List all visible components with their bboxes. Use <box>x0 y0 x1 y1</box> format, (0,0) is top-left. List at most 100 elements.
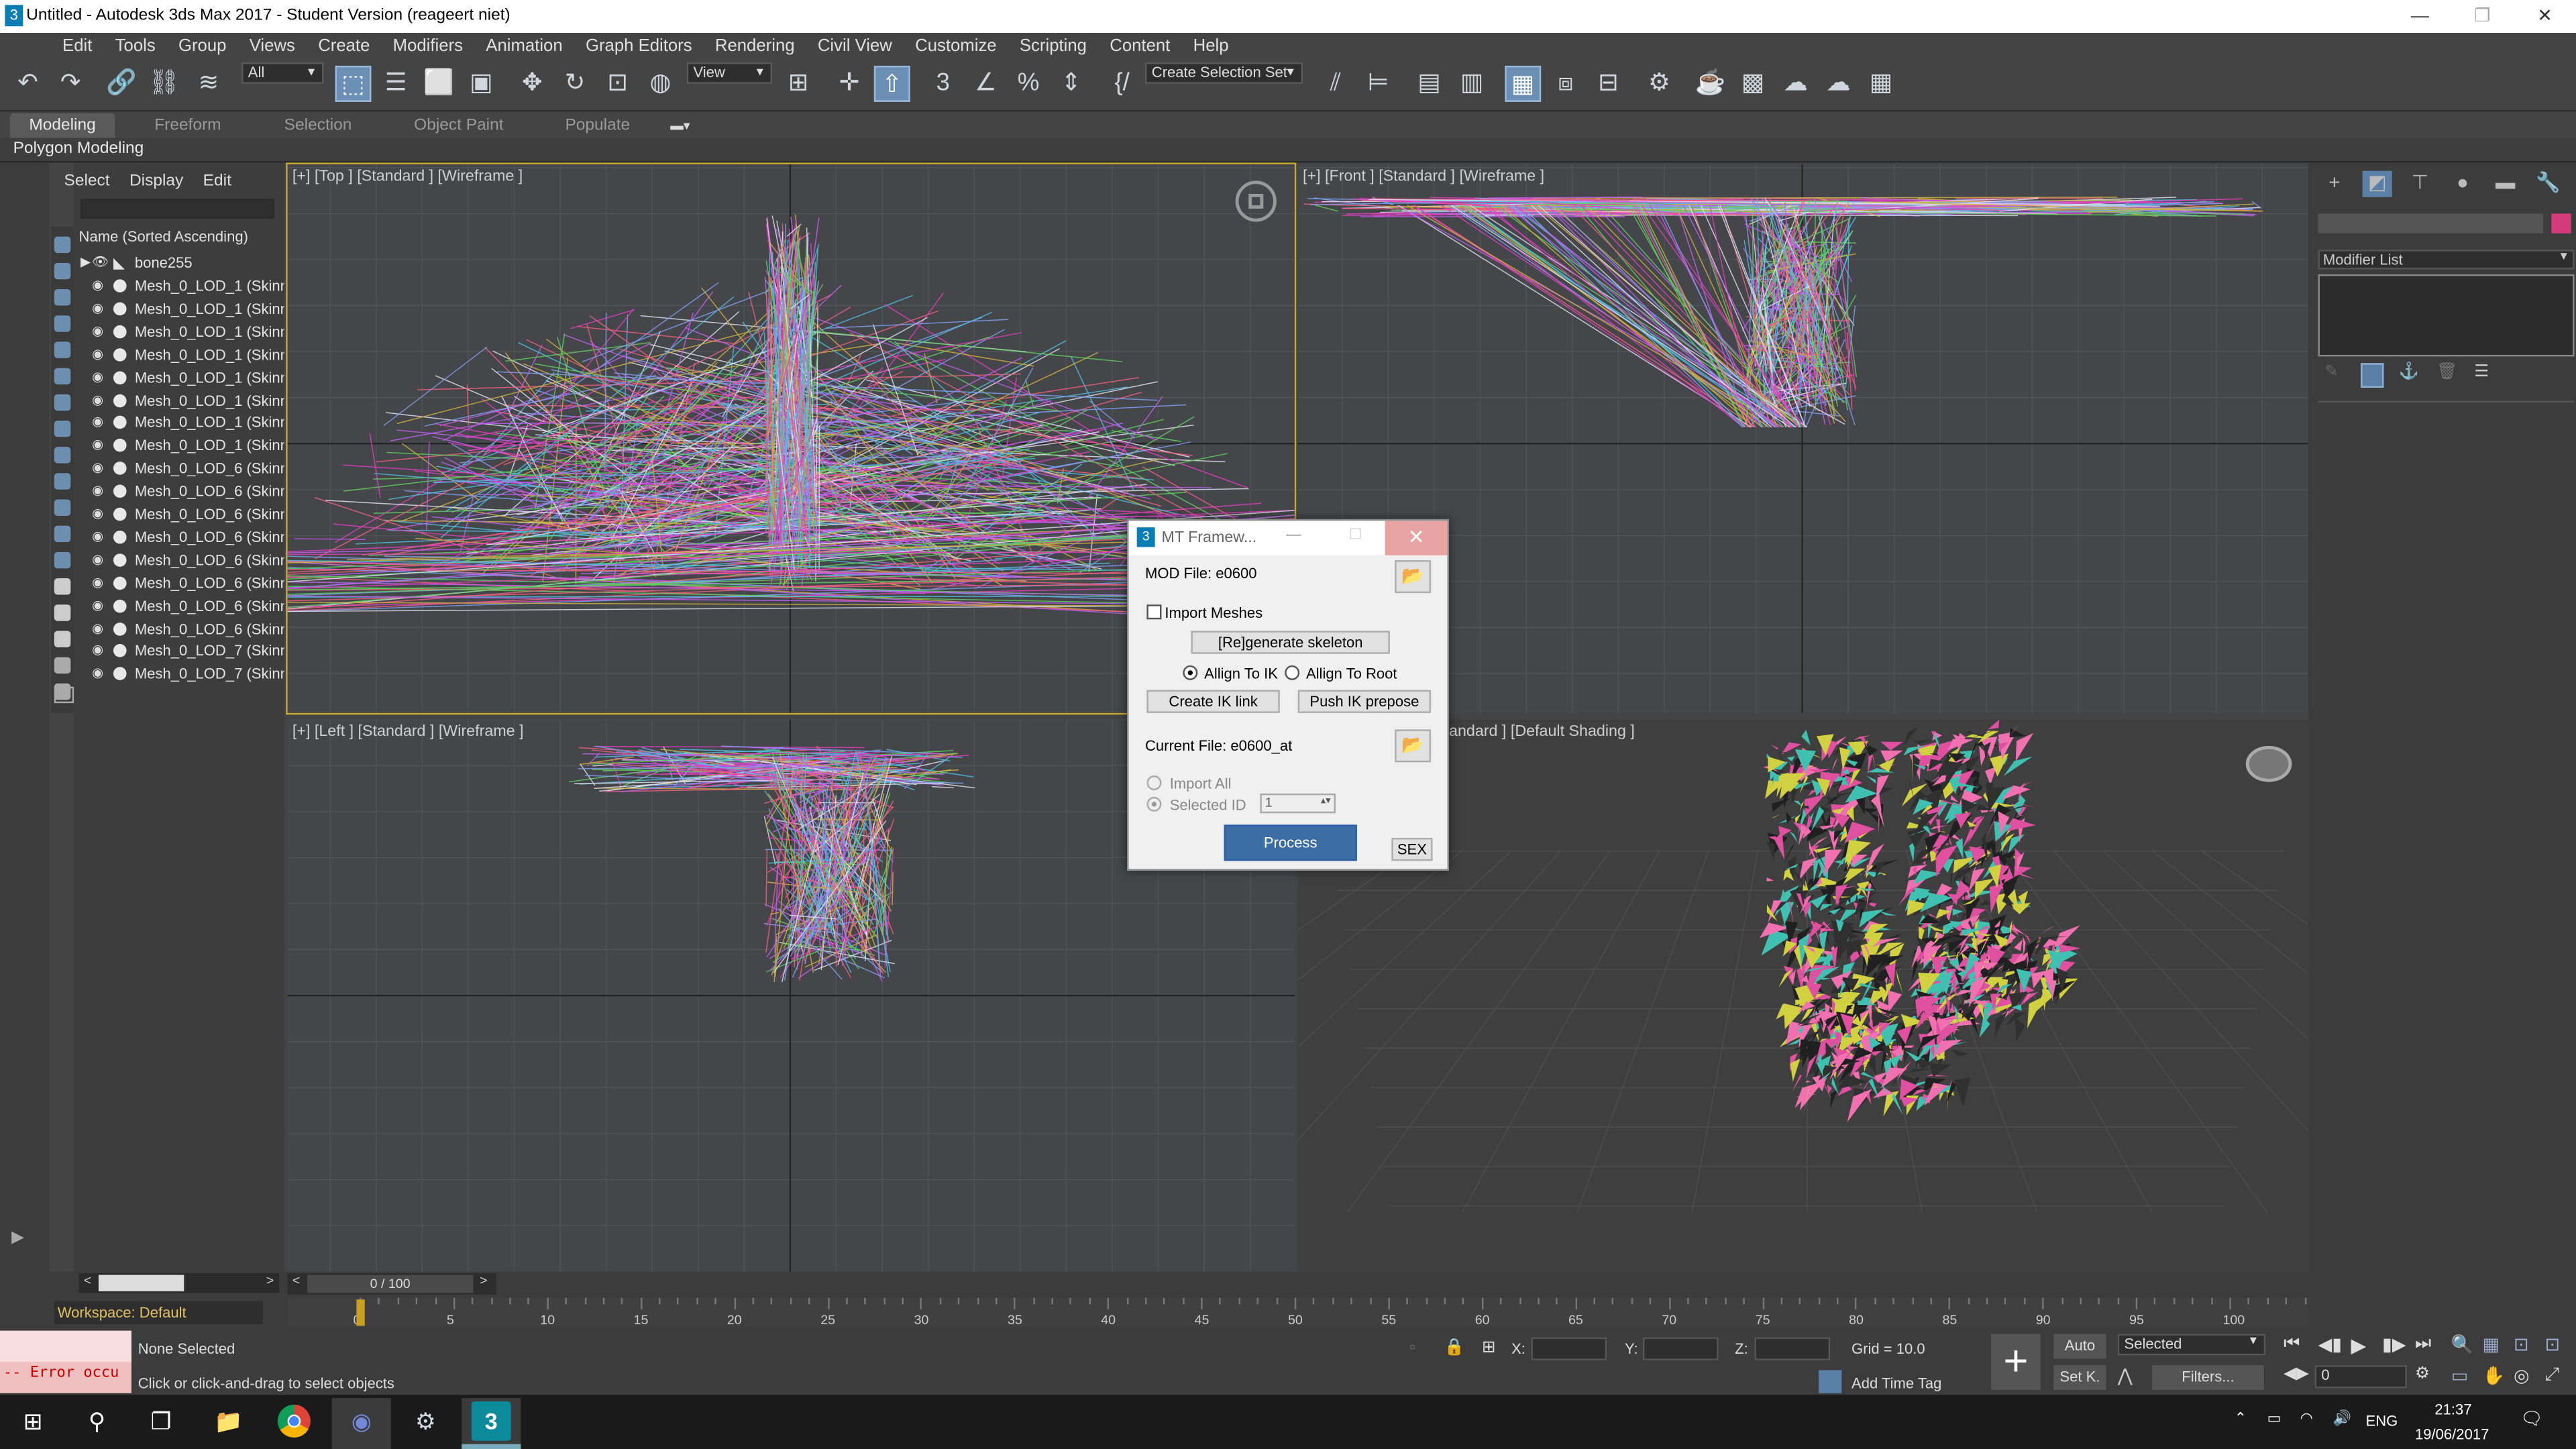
display-xrefs-icon[interactable] <box>54 447 71 464</box>
eye-icon[interactable]: ◉ <box>92 530 108 544</box>
explorer-mesh-item[interactable]: ◉ Mesh_0_LOD_1 (Skinne <box>74 411 284 434</box>
render-production-icon[interactable]: ▩ <box>1735 66 1771 102</box>
keyboard-shortcut-override-icon[interactable]: ⇧ <box>873 65 910 102</box>
show-end-result-icon[interactable] <box>2361 363 2384 388</box>
pin-stack-icon[interactable]: ✎ <box>2324 363 2347 386</box>
viewport-left-label[interactable]: [+] [Left ] [Standard ] [Wireframe ] <box>292 723 524 741</box>
viewcube-icon[interactable] <box>1235 180 1277 222</box>
viewport-perspective-label[interactable]: andard ] [Default Shading ] <box>1449 723 1635 741</box>
absolute-mode-icon[interactable]: ⊞ <box>1482 1339 1501 1358</box>
tab-selection[interactable]: Selection <box>268 113 368 138</box>
key-filter-dropdown[interactable]: Selected ▼ <box>2117 1334 2266 1356</box>
render-in-cloud-icon[interactable]: ☁ <box>1820 66 1856 102</box>
menu-graph-editors[interactable]: Graph Editors <box>574 33 704 59</box>
viewport-front-label[interactable]: [+] [Front ] [Standard ] [Wireframe ] <box>1303 168 1544 186</box>
go-to-end-icon[interactable]: ⏭ <box>2415 1334 2438 1357</box>
chrome-icon[interactable] <box>274 1401 314 1441</box>
workspace-selector[interactable]: Workspace: Default <box>54 1301 263 1324</box>
zoom-all-icon[interactable]: ▦ <box>2482 1334 2505 1357</box>
rectangular-selection-icon[interactable]: ⬜ <box>421 66 457 102</box>
eye-icon[interactable]: ◉ <box>92 507 108 521</box>
explorer-mesh-item[interactable]: ◉ Mesh_0_LOD_1 (Skinne <box>74 343 284 366</box>
zoom-icon[interactable]: 🔍 <box>2451 1334 2474 1357</box>
viewport-perspective[interactable]: andard ] [Default Shading ] <box>1297 719 2308 1272</box>
explorer-mesh-item[interactable]: ◉ Mesh_0_LOD_6 (Skinne <box>74 571 284 594</box>
named-selection-set-dropdown[interactable]: Create Selection Set ▼ <box>1144 62 1303 84</box>
battery-icon[interactable]: ▭ <box>2267 1409 2287 1429</box>
snaps-toggle-icon[interactable]: 3 <box>925 66 961 102</box>
import-meshes-checkbox[interactable] <box>1146 604 1162 620</box>
explorer-mesh-item[interactable]: ◉ Mesh_0_LOD_1 (Skinne <box>74 388 284 411</box>
wifi-icon[interactable]: ◠ <box>2300 1409 2320 1429</box>
modifier-list-dropdown[interactable]: Modifier List ▼ <box>2318 250 2575 270</box>
action-center-icon[interactable]: 🗨 <box>2520 1408 2546 1431</box>
tab-object-paint[interactable]: Object Paint <box>398 113 520 138</box>
push-ik-prepose-button[interactable]: Push IK prepose <box>1297 690 1432 713</box>
create-ik-link-button[interactable]: Create IK link <box>1146 690 1280 713</box>
dialog-close-button[interactable]: ✕ <box>1385 521 1448 555</box>
scroll-right-icon[interactable]: > <box>266 1273 274 1288</box>
maxscript-listener[interactable]: -- Error occu <box>0 1330 131 1393</box>
explorer-mesh-item[interactable]: ◉ Mesh_0_LOD_6 (Skinne <box>74 457 284 480</box>
explorer-mesh-item[interactable]: ◉ Mesh_0_LOD_1 (Skinne <box>74 297 284 320</box>
open-current-file-icon[interactable]: 📂 <box>1395 729 1432 763</box>
auto-key-button[interactable]: Auto <box>2053 1334 2106 1359</box>
language-indicator[interactable]: ENG <box>2366 1413 2398 1429</box>
explorer-mesh-item[interactable]: ◉ Mesh_0_LOD_6 (Skinne <box>74 480 284 502</box>
volume-icon[interactable]: 🔊 <box>2333 1409 2353 1429</box>
eye-icon[interactable]: ◉ <box>92 576 108 590</box>
display-lights-icon[interactable] <box>54 315 71 332</box>
menu-content[interactable]: Content <box>1098 33 1181 59</box>
import-all-radio[interactable] <box>1146 775 1162 790</box>
tree-root-bone[interactable]: ▶ 👁 ◣ bone255 <box>74 252 284 274</box>
curve-editor-icon[interactable]: ▦ <box>1505 65 1542 102</box>
bind-space-warp-icon[interactable]: ≋ <box>191 66 227 102</box>
eye-icon[interactable]: ◉ <box>92 278 108 292</box>
expand-arrow-icon[interactable]: ▶ <box>11 1229 34 1252</box>
display-tab-icon[interactable]: ▬ <box>2491 171 2520 197</box>
layer-toggle-icon[interactable] <box>54 686 74 704</box>
eye-icon[interactable]: ◉ <box>92 347 108 361</box>
sex-button[interactable]: SEX <box>1391 837 1433 861</box>
set-key-button[interactable]: Set K. <box>2053 1365 2106 1390</box>
mirror-icon[interactable]: ⫽ <box>1318 66 1354 102</box>
eye-icon[interactable]: ◉ <box>92 438 108 453</box>
select-object-icon[interactable]: ⬚ <box>335 65 372 102</box>
explorer-mesh-item[interactable]: ◉ Mesh_0_LOD_6 (Skinne <box>74 617 284 640</box>
menu-customize[interactable]: Customize <box>904 33 1008 59</box>
expand-triangle-icon[interactable]: ▶ <box>80 252 91 274</box>
remove-modifier-icon[interactable]: 🗑 <box>2436 363 2459 386</box>
3dsmax-taskbar-icon[interactable]: 3 <box>471 1401 511 1441</box>
minimize-button[interactable]: — <box>2389 0 2451 33</box>
menu-group[interactable]: Group <box>167 33 238 59</box>
display-spacewarps-icon[interactable] <box>54 394 71 411</box>
explorer-mesh-item[interactable]: ◉ Mesh_0_LOD_1 (Skinne <box>74 434 284 457</box>
set-key-icon[interactable]: + <box>1991 1334 2041 1390</box>
allign-to-ik-radio[interactable] <box>1183 665 1198 680</box>
select-by-name-icon[interactable]: ☰ <box>378 66 414 102</box>
display-all-icon[interactable] <box>54 578 71 595</box>
eye-icon[interactable]: ◉ <box>92 301 108 315</box>
render-setup-icon[interactable]: ⚙ <box>1642 66 1678 102</box>
next-frame-icon[interactable]: ▮▶ <box>2382 1334 2406 1357</box>
zoom-extents-all-icon[interactable]: ⊡ <box>2545 1334 2568 1357</box>
process-button[interactable]: Process <box>1224 824 1357 861</box>
pivot-center-icon[interactable]: ⊞ <box>780 66 816 102</box>
link-icon[interactable]: 🔗 <box>103 66 140 102</box>
steam-icon[interactable]: ⚙ <box>406 1401 445 1441</box>
maximize-button[interactable]: ❐ <box>2451 0 2514 33</box>
explorer-mesh-item[interactable]: ◉ Mesh_0_LOD_1 (Skinne <box>74 320 284 343</box>
polygon-modeling-label[interactable]: Polygon Modeling <box>13 140 144 158</box>
add-time-tag-label[interactable]: Add Time Tag <box>1851 1375 1941 1391</box>
previous-frame-icon[interactable]: ◀▮ <box>2318 1334 2343 1357</box>
maximize-viewport-icon[interactable]: ⤢ <box>2545 1365 2568 1388</box>
hierarchy-tab-icon[interactable]: ⊤ <box>2405 171 2434 197</box>
redo-icon[interactable]: ↷ <box>52 66 89 102</box>
display-geometry-icon[interactable] <box>54 262 71 280</box>
tab-freeform[interactable]: Freeform <box>138 113 237 138</box>
tray-chevron-icon[interactable]: ⌃ <box>2235 1409 2254 1429</box>
close-button[interactable]: ✕ <box>2514 0 2576 33</box>
unlink-icon[interactable]: ⛓ <box>146 66 182 102</box>
utilities-tab-icon[interactable]: 🔧 <box>2533 171 2563 197</box>
display-none-toggle-icon[interactable] <box>54 604 71 621</box>
